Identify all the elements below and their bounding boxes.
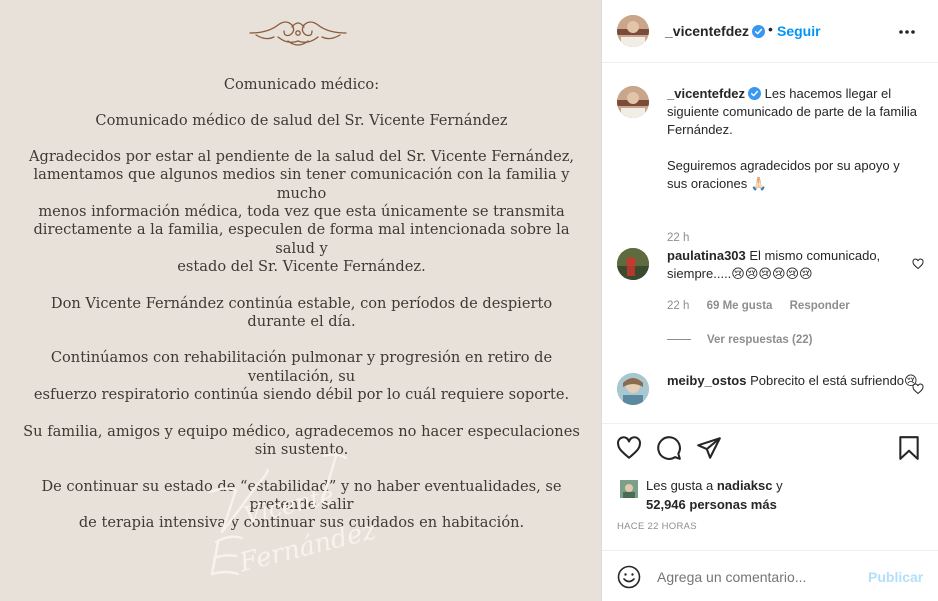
add-comment-bar: Publicar (602, 550, 938, 601)
statement-paragraph-1: Agradecidos por estar al pendiente de la… (20, 148, 583, 277)
caption-text: _vicentefdez Les hacemos llegar el sigui… (667, 85, 921, 193)
statement-line: estado del Sr. Vicente Fernández. (177, 258, 426, 276)
commenter-avatar-image (617, 373, 649, 405)
view-replies-label[interactable]: Ver respuestas (22) (707, 334, 812, 346)
comment-input[interactable] (657, 569, 857, 585)
more-options-icon[interactable] (898, 29, 916, 35)
statement-line: directamente a la familia, especulen de … (33, 221, 570, 257)
post-image[interactable]: Comunicado médico: Comunicado médico de … (0, 0, 601, 601)
likes-count[interactable]: 52,946 personas más (646, 495, 777, 514)
post-side-panel: _vicentefdez • Seguir _vicentefdez Les h… (602, 0, 938, 601)
verified-badge-icon (752, 25, 766, 38)
header-separator: • (768, 21, 773, 37)
statement-line: lamentamos que algunos medios sin tener … (33, 166, 570, 202)
comment-like-icon[interactable] (912, 258, 924, 270)
bookmark-icon[interactable] (896, 435, 922, 461)
emoji-icon[interactable] (617, 565, 641, 589)
commenter-avatar[interactable] (617, 248, 649, 280)
reply-button[interactable]: Responder (790, 300, 850, 312)
comment-text: paulatina303 El mismo comunicado, siempr… (667, 247, 921, 283)
comment-text: meiby_ostos Pobrecito el está sufriendo😢 (667, 372, 921, 390)
likes-suffix: y (772, 478, 783, 493)
commenter-avatar-image (617, 248, 649, 280)
commenter-username[interactable]: paulatina303 (667, 248, 746, 263)
ornament-flourish (249, 21, 347, 46)
view-replies-button[interactable]: Ver respuestas (22) (667, 334, 812, 346)
statement-line: Agradecidos por estar al pendiente de la… (28, 147, 575, 165)
commenter-username[interactable]: meiby_ostos (667, 373, 746, 388)
statement-line: Continúamos con rehabilitación pulmonar … (50, 349, 553, 385)
comment-like-icon[interactable] (912, 383, 924, 395)
author-avatar[interactable] (617, 15, 649, 47)
caption-time[interactable]: 22 h (667, 232, 689, 244)
post-header: _vicentefdez • Seguir (602, 0, 938, 63)
comments-list[interactable]: _vicentefdez Les hacemos llegar el sigui… (602, 64, 938, 422)
comment-icon[interactable] (656, 435, 682, 461)
commenter-avatar[interactable] (617, 373, 649, 405)
caption-avatar-image (617, 86, 649, 118)
liker-avatar-image (620, 480, 638, 498)
statement-subheading: Comunicado médico de salud del Sr. Vicen… (95, 112, 508, 130)
author-username[interactable]: _vicentefdez (665, 23, 766, 39)
caption-avatar[interactable] (617, 86, 649, 118)
post-timestamp[interactable]: HACE 22 HORAS (617, 521, 697, 532)
caption-username[interactable]: _vicentefdez (667, 86, 745, 101)
post-actions (602, 423, 938, 470)
signature-logo: Vicente Fernández (208, 453, 379, 579)
publish-button[interactable]: Publicar (868, 569, 923, 585)
author-username-text[interactable]: _vicentefdez (665, 23, 749, 39)
statement-line: Don Vicente Fernández continúa estable, … (50, 294, 553, 331)
caption-meta: 22 h (667, 232, 703, 244)
statement-line: Su familia, amigos y equipo médico, agra… (23, 422, 580, 440)
author-avatar-image (617, 15, 649, 47)
comment-body: Pobrecito el está sufriendo😢 (750, 373, 918, 388)
liker-avatar[interactable] (620, 480, 638, 498)
likes-prefix: Les gusta a (646, 478, 717, 493)
replies-line (667, 339, 691, 340)
statement-paragraph-3: Continúamos con rehabilitación pulmonar … (20, 349, 583, 404)
send-icon[interactable] (696, 435, 722, 461)
statement-line: menos información médica, toda vez que e… (38, 203, 565, 221)
comment-likes[interactable]: 69 Me gusta (707, 300, 773, 312)
liker-username[interactable]: nadiaksc (717, 478, 773, 493)
caption-body-2: Seguiremos agradecidos por su apoyo y su… (667, 158, 900, 191)
follow-button[interactable]: Seguir (777, 23, 821, 39)
statement-heading: Comunicado médico: (223, 76, 380, 93)
likes-line-1: Les gusta a nadiaksc y (646, 476, 783, 495)
heart-icon[interactable] (616, 435, 642, 461)
statement-paragraph-2: Don Vicente Fernández continúa estable, … (20, 295, 583, 332)
comment-time[interactable]: 22 h (667, 300, 689, 312)
verified-badge-icon (748, 87, 762, 100)
comment-meta: 22 h 69 Me gusta Responder (667, 300, 864, 312)
statement-line: esfuerzo respiratorio continúa siendo dé… (33, 386, 570, 404)
